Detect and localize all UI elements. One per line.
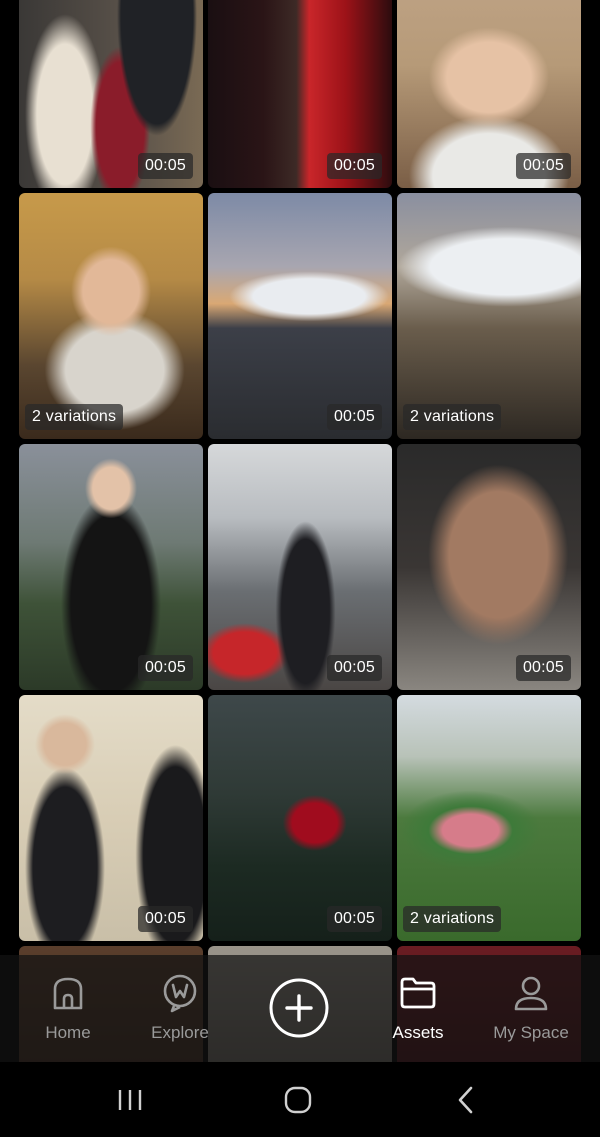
recent-apps-button[interactable] <box>110 1082 150 1118</box>
nav-my-space-label: My Space <box>493 1023 569 1042</box>
home-circle-icon <box>284 1086 312 1114</box>
asset-tile[interactable]: 00:05 <box>19 444 203 690</box>
asset-tile[interactable]: 2 variations <box>397 695 581 941</box>
duration-badge: 00:05 <box>326 404 382 430</box>
folder-icon <box>400 977 436 1009</box>
assets-grid: 00:05 00:05 00:05 2 variations 00:05 2 v… <box>0 0 600 1062</box>
asset-tile[interactable]: 00:05 <box>208 193 392 439</box>
plus-circle-icon <box>269 978 329 1038</box>
nav-home[interactable]: Home <box>13 973 123 1053</box>
back-button[interactable] <box>446 1082 486 1118</box>
duration-badge: 00:05 <box>326 153 382 179</box>
back-chevron-icon <box>458 1086 473 1114</box>
nav-my-space[interactable]: My Space <box>476 973 586 1053</box>
nav-home-label: Home <box>45 1023 91 1042</box>
variations-badge: 2 variations <box>403 404 502 430</box>
duration-badge: 00:05 <box>515 655 571 681</box>
asset-tile[interactable]: 00:05 <box>208 444 392 690</box>
system-home-button[interactable] <box>278 1082 318 1118</box>
nav-explore-label: Explore <box>151 1023 209 1042</box>
nav-assets-label: Assets <box>392 1023 444 1042</box>
asset-tile[interactable]: 00:05 <box>208 695 392 941</box>
variations-badge: 2 variations <box>403 906 502 932</box>
asset-tile[interactable]: 00:05 <box>397 0 581 188</box>
duration-badge: 00:05 <box>137 655 193 681</box>
asset-tile[interactable]: 2 variations <box>397 193 581 439</box>
recent-apps-icon <box>118 1090 142 1110</box>
asset-tile[interactable]: 00:05 <box>397 444 581 690</box>
user-icon <box>514 976 548 1011</box>
home-icon <box>53 977 83 1010</box>
duration-badge: 00:05 <box>137 906 193 932</box>
asset-tile[interactable]: 2 variations <box>19 193 203 439</box>
asset-tile[interactable]: 00:05 <box>19 0 203 188</box>
create-button[interactable] <box>269 978 329 1038</box>
bottom-navigation: Home Explore Assets My Space <box>0 955 600 1062</box>
nav-explore[interactable]: Explore <box>125 973 235 1053</box>
variations-badge: 2 variations <box>25 404 124 430</box>
nav-assets[interactable]: Assets <box>363 973 473 1053</box>
duration-badge: 00:05 <box>515 153 571 179</box>
duration-badge: 00:05 <box>326 655 382 681</box>
system-navigation-bar <box>0 1062 600 1137</box>
asset-tile[interactable]: 00:05 <box>208 0 392 188</box>
duration-badge: 00:05 <box>326 906 382 932</box>
asset-tile[interactable]: 00:05 <box>19 695 203 941</box>
explore-icon <box>163 974 197 1013</box>
duration-badge: 00:05 <box>137 153 193 179</box>
